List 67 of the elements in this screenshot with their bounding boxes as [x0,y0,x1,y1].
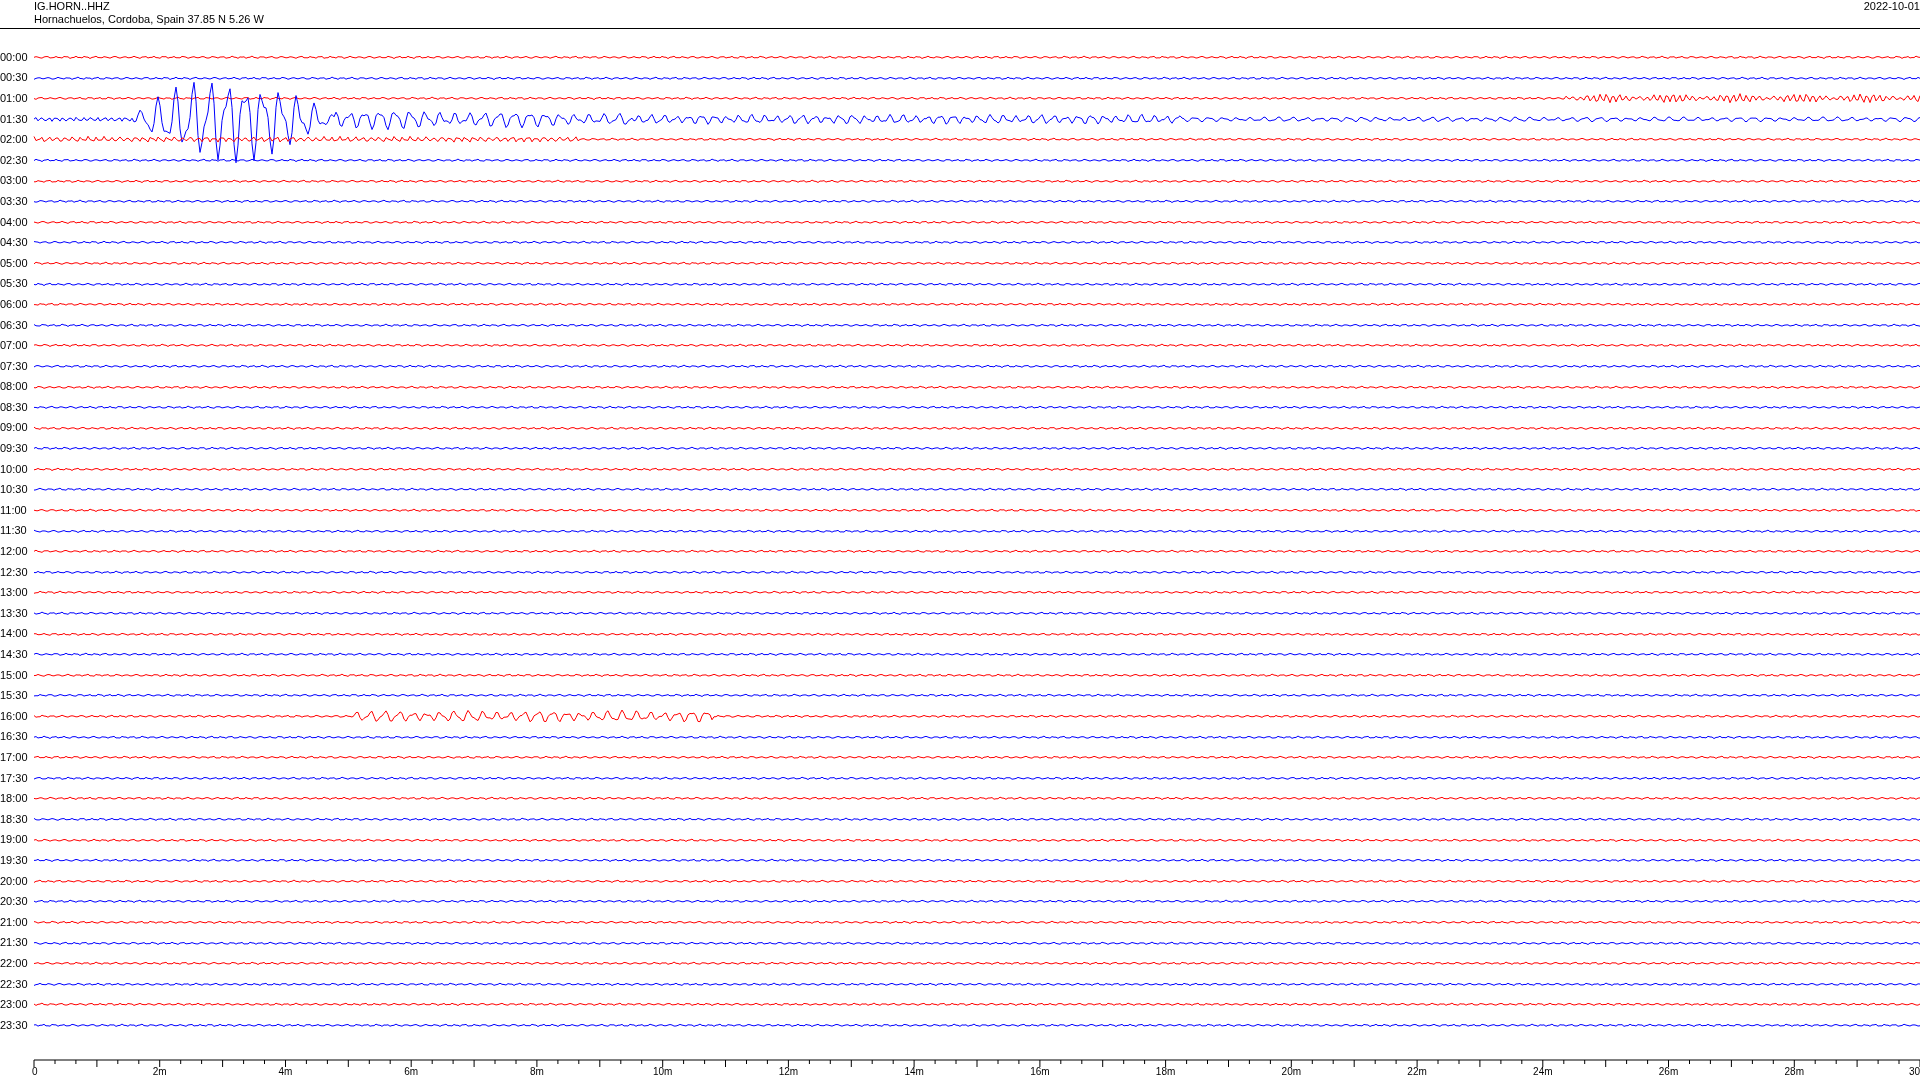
axis-label: 0 [32,1065,38,1077]
hour-label: 23:30 [0,1019,29,1031]
hour-label: 17:00 [0,752,29,763]
station-location: Hornachuelos, Cordoba, Spain 37.85 N 5.26 W [34,13,264,26]
hour-label: 08:00 [0,381,29,393]
hour-label: 03:30 [0,195,29,207]
hour-label: 15:30 [0,690,29,702]
hour-label: 00:00 [0,51,29,63]
hour-label: 03:00 [0,175,29,187]
hour-label: 14:00 [0,628,29,640]
hour-label: 20:30 [0,896,29,908]
axis-label: 28m [1784,1065,1804,1077]
axis-label: 4m [278,1065,293,1077]
axis-label: 20m [1281,1065,1302,1077]
hour-label: 15:00 [0,669,29,681]
station-code: IG.HORN..HHZ [34,0,110,13]
hour-label: 11:00 [0,504,28,516]
hour-label: 04:00 [0,216,29,228]
hour-label: 11:30 [0,525,28,537]
hour-label: 21:00 [0,916,29,928]
hour-label: 19:00 [0,834,29,846]
axis-label: 22m [1407,1065,1427,1077]
hour-label: 18:00 [0,793,29,805]
hour-label: 09:00 [0,422,29,434]
hour-label: 05:00 [0,257,29,269]
hour-label: 02:00 [0,134,29,146]
hour-label: 12:00 [0,546,29,558]
hour-label: 12:30 [0,566,29,578]
hour-label: 22:00 [0,957,29,969]
hour-label: 00:30 [0,72,29,84]
hour-label: 06:30 [0,319,29,331]
hour-label: 13:30 [0,607,29,619]
hour-label: 18:30 [0,813,29,825]
hour-label: 21:30 [0,937,29,949]
hour-label: 10:00 [0,463,29,475]
axis-label: 2m [152,1065,167,1077]
hour-label: 16:30 [0,731,29,743]
axis-label: 14m [904,1065,924,1077]
hour-label: 07:30 [0,360,29,372]
hour-label: 19:30 [0,854,29,866]
hour-label: 01:30 [0,113,29,125]
hour-label: 20:00 [0,875,29,887]
axis-label: 6m [404,1065,419,1077]
hour-label: 23:00 [0,999,29,1011]
axis-label: 26m [1658,1065,1679,1077]
hour-label: 08:30 [0,401,29,413]
axis-label: 24m [1533,1065,1553,1077]
hour-label: 06:00 [0,298,29,310]
hour-label: 13:00 [0,587,29,599]
hour-label: 10:30 [0,484,29,496]
hour-label: 22:30 [0,978,29,990]
hour-label: 16:00 [0,710,29,722]
hour-label: 02:30 [0,154,29,166]
hour-label: 14:30 [0,649,29,660]
axis-label: 8m [529,1065,544,1077]
axis-label: 30 [1908,1065,1920,1077]
axis-label: 12m [778,1065,799,1077]
axis-label: 16m [1030,1065,1050,1077]
axis-label: 10m [652,1065,673,1077]
hour-label: 05:30 [0,278,29,290]
hour-label: 04:30 [0,237,29,249]
hour-label: 01:00 [0,93,29,104]
hour-label: 09:30 [0,443,29,455]
hour-label: 07:00 [0,340,29,352]
date-label: 2022-10-01 [1863,0,1920,13]
hour-label: 17:30 [0,772,29,784]
axis-label: 18m [1155,1065,1176,1077]
